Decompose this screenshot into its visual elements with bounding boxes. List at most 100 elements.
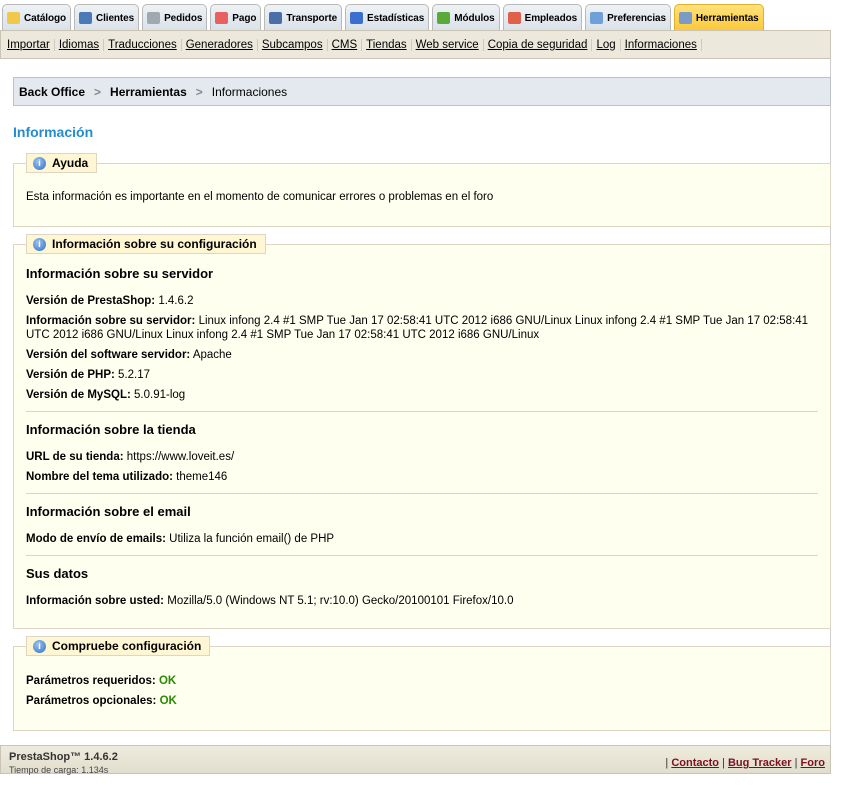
info-value: Mozilla/5.0 (Windows NT 5.1; rv:10.0) Ge… [167,595,514,607]
chevron-right-icon: > [94,84,102,99]
status-ok: OK [159,695,177,707]
info-label: Información sobre su servidor: [26,315,196,327]
check-row: Parámetros opcionales: OK [26,694,818,708]
info-icon: i [33,639,46,653]
section-title: Información sobre la tienda [26,422,196,437]
truck-icon [269,12,283,24]
status-ok: OK [158,675,177,687]
bar-chart-icon [350,12,364,24]
tab-herramientas[interactable]: Herramientas [673,4,764,31]
info-row: Versión de PHP: 5.2.17 [26,368,818,382]
user-icon [78,12,92,24]
tab-label: Transporte [286,12,338,24]
tab-label: Pedidos [164,12,203,24]
legend-label: Compruebe configuración [52,639,202,653]
contact-link[interactable]: Contacto [671,757,719,769]
section-title: Información sobre su servidor [26,266,214,281]
tab-empleados[interactable]: Empleados [502,4,583,31]
info-value: Apache [192,349,232,361]
info-row: Versión de MySQL: 5.0.91-log [26,388,818,402]
tab-label: Módulos [454,12,495,24]
submenu-link[interactable]: Generadores [182,38,258,51]
puzzle-icon [437,12,451,24]
submenu-link[interactable]: Traducciones [104,38,182,51]
tab-catálogo[interactable]: Catálogo [2,4,71,31]
cart-icon [147,12,161,24]
info-value: 5.0.91-log [134,389,186,401]
config-fieldset: i Información sobre su configuración Info… [13,234,831,629]
info-row: URL de su tienda: https://www.loveit.es/ [26,450,818,464]
breadcrumb-back-office[interactable]: Back Office [19,85,85,99]
check-label: Parámetros requeridos: [26,675,156,687]
info-label: Versión de PrestaShop: [26,295,156,307]
check-row: Parámetros requeridos: OK [26,674,818,688]
tab-pedidos[interactable]: Pedidos [142,4,208,31]
info-label: Versión de MySQL: [26,389,131,401]
check-fieldset: i Compruebe configuración Parámetros requ… [13,636,831,731]
info-value: https://www.loveit.es/ [126,451,235,463]
bug-tracker-link[interactable]: Bug Tracker [728,757,792,769]
tab-clientes[interactable]: Clientes [73,4,140,31]
tab-label: Herramientas [695,12,759,24]
footer: PrestaShop™ 1.4.6.2 Tiempo de carga: 1.1… [0,745,831,775]
tab-label: Catálogo [24,12,66,24]
info-icon: i [33,237,46,251]
page-title: Información [13,124,94,140]
info-row: Versión del software servidor: Apache [26,348,818,362]
tab-estadísticas[interactable]: Estadísticas [345,4,430,31]
tab-preferencias[interactable]: Preferencias [585,4,671,31]
submenu-link[interactable]: Log [592,38,621,51]
info-icon: i [33,156,46,170]
help-text: Esta información es importante en el mom… [26,191,494,203]
divider [26,411,818,412]
legend-label: Información sobre su configuración [52,237,257,251]
submenu-link[interactable]: Idiomas [55,38,105,51]
submenu-link[interactable]: Informaciones [621,38,702,51]
info-label: Modo de envío de emails: [26,533,166,545]
info-value: 5.2.17 [118,369,151,381]
chevron-right-icon: > [195,84,203,99]
breadcrumb-herramientas[interactable]: Herramientas [110,85,187,99]
main-tabs: Catálogo Clientes Pedidos Pago Transporte Est… [2,4,828,31]
submenu-link[interactable]: Subcampos [258,38,328,51]
submenu-link[interactable]: Web service [412,38,484,51]
info-value: theme146 [176,471,228,483]
divider [26,555,818,556]
divider [26,493,818,494]
submenu-link[interactable]: CMS [328,38,363,51]
folder-icon [7,12,20,24]
info-value: 1.4.6.2 [158,295,194,307]
info-label: Versión del software servidor: [26,349,191,361]
forum-link[interactable]: Foro [801,757,825,769]
check-label: Parámetros opcionales: [26,695,157,707]
tab-pago[interactable]: Pago [210,4,262,31]
info-row: Información sobre su servidor: Linux inf… [26,314,818,342]
tab-label: Clientes [95,12,135,24]
tab-transporte[interactable]: Transporte [264,4,343,31]
info-row: Nombre del tema utilizado: theme146 [26,470,818,484]
section-title: Sus datos [26,566,89,581]
submenu-link[interactable]: Importar [3,38,55,51]
wrench-icon [678,12,692,24]
footer-links: | Contacto | Bug Tracker | Foro [665,757,825,769]
submenu: Importar Idiomas Traducciones Generadores Su… [0,30,831,59]
tab-label: Empleados [524,12,578,24]
submenu-link[interactable]: Copia de seguridad [484,38,593,51]
breadcrumb-current: Informaciones [211,84,288,99]
tab-label: Pago [232,12,257,24]
help-fieldset: i Ayuda Esta información es importante en… [13,153,831,227]
info-label: Versión de PHP: [26,369,115,381]
check-legend: i Compruebe configuración [26,636,211,656]
payment-icon [215,12,229,24]
info-label: Nombre del tema utilizado: [26,471,173,483]
breadcrumb: Back Office > Herramientas > Informacion… [13,77,831,106]
tab-label: Estadísticas [367,12,425,24]
config-legend: i Información sobre su configuración [26,234,266,254]
submenu-link[interactable]: Tiendas [362,38,412,51]
info-value: Utiliza la función email() de PHP [169,533,335,545]
info-row: Versión de PrestaShop: 1.4.6.2 [26,294,818,308]
info-label: Información sobre usted: [26,595,165,607]
help-legend: i Ayuda [26,153,98,173]
preferences-icon [590,12,604,24]
tab-módulos[interactable]: Módulos [432,4,500,31]
